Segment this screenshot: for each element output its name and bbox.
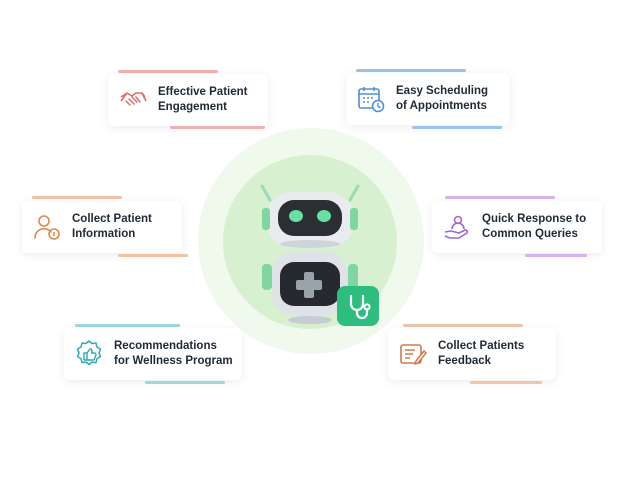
feature-card-feedback: Collect Patients Feedback [388,328,556,380]
feature-card-wellness: Recommendations for Wellness Program [64,328,242,380]
feature-label: Collect Patients Feedback [438,340,525,367]
accent-top [445,196,555,199]
feature-label: Effective Patient Engagement [158,86,248,113]
feature-label: Easy Scheduling of Appointments [396,85,489,112]
accent-bottom [525,254,587,257]
accent-top [403,324,523,327]
feature-card-quick-response: Quick Response to Common Queries [432,201,602,253]
accent-top [32,196,122,199]
accent-bottom [118,254,188,257]
feature-label: Recommendations for Wellness Program [114,340,233,367]
accent-top [75,324,180,327]
feedback-form-icon [400,344,427,365]
stethoscope-icon [349,294,371,320]
accent-bottom [412,126,502,129]
stethoscope-badge [337,286,379,326]
handshake-icon [120,92,147,106]
user-info-icon [34,215,60,240]
accent-bottom [170,126,265,129]
accent-top [356,69,466,72]
feature-card-collect-info: Collect Patient Information [22,201,182,253]
calendar-clock-icon [358,87,385,113]
feature-label: Quick Response to Common Queries [482,213,587,240]
accent-top [118,70,218,73]
accent-bottom [145,381,225,384]
hand-user-icon [444,215,469,239]
feature-card-engagement: Effective Patient Engagement [108,74,268,126]
feature-card-scheduling: Easy Scheduling of Appointments [346,73,510,125]
feature-label: Collect Patient Information [72,213,152,240]
thumbs-up-badge-icon [76,340,102,366]
accent-bottom [470,381,542,384]
